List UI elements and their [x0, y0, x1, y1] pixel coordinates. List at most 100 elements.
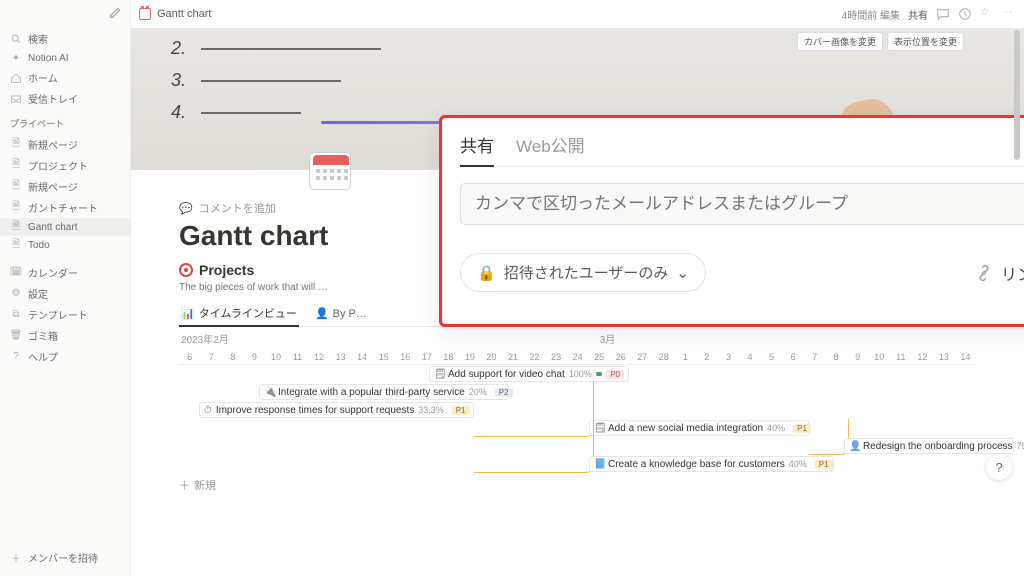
- projects-label: Projects: [199, 262, 254, 278]
- sidebar-help[interactable]: ?ヘルプ: [0, 346, 130, 367]
- reposition-button[interactable]: 表示位置を変更: [887, 32, 964, 51]
- chevron-down-icon: ⌄: [676, 264, 689, 282]
- sidebar-label: 受信トレイ: [28, 91, 78, 106]
- breadcrumb[interactable]: Gantt chart: [139, 8, 211, 20]
- more-icon[interactable]: ⋯: [1002, 7, 1016, 21]
- gantt-body[interactable]: 🗒Add support for video chat100%P0 🔌Integ…: [179, 365, 976, 497]
- task-title: Redesign the onboarding process: [863, 441, 1013, 452]
- page-icon: 🗎: [10, 221, 22, 233]
- page-icon: 🗎: [10, 139, 22, 151]
- day-cell: 14: [955, 350, 977, 364]
- task-pct: 40%: [789, 459, 807, 469]
- share-modal: 共有 Web公開 招待 🔒 招待されたユーザーのみ ⌄ リンクをコピー: [439, 115, 1024, 327]
- day-cell: 7: [201, 350, 223, 364]
- plus-icon: ＋: [179, 477, 190, 493]
- sidebar-search[interactable]: 検索: [0, 28, 130, 49]
- task-bar[interactable]: 📘Create a knowledge base for customers40…: [589, 456, 834, 472]
- task-bar[interactable]: ⏱Improve response times for support requ…: [199, 402, 474, 418]
- task-title: Integrate with a popular third-party ser…: [278, 387, 465, 398]
- clock-icon: ⏱: [204, 405, 212, 415]
- comment-icon: 💬: [179, 202, 193, 215]
- person-icon: 👤: [315, 307, 329, 320]
- day-cell: 27: [631, 350, 653, 364]
- invite-input[interactable]: [460, 183, 1024, 225]
- sidebar-trash[interactable]: 🗑ゴミ箱: [0, 325, 130, 346]
- page-title-breadcrumb: Gantt chart: [157, 8, 211, 20]
- sidebar-label: 設定: [28, 286, 48, 301]
- page-item[interactable]: 🗎新規ページ: [0, 134, 130, 155]
- priority-tag: P0: [606, 370, 624, 379]
- day-cell: 2: [696, 350, 718, 364]
- sidebar-templates[interactable]: ⧉ テンプレート: [0, 304, 130, 325]
- task-title: Add support for video chat: [448, 369, 565, 380]
- priority-tag: P1: [452, 406, 470, 415]
- day-cell: 8: [825, 350, 847, 364]
- projects-database-title[interactable]: Projects: [179, 262, 254, 278]
- star-icon[interactable]: ☆: [980, 7, 994, 21]
- task-bar[interactable]: 🗒Add support for video chat100%P0: [429, 366, 629, 382]
- day-cell: 3: [718, 350, 740, 364]
- share-tab-publish[interactable]: Web公開: [516, 132, 585, 166]
- task-bar[interactable]: 🗒Add a new social media integration40%P1: [589, 420, 809, 436]
- task-bar[interactable]: 👤Redesign the onboarding process75%: [844, 438, 1014, 454]
- day-cell: 4: [739, 350, 761, 364]
- day-cell: 1: [675, 350, 697, 364]
- day-cell: 17: [416, 350, 438, 364]
- change-cover-button[interactable]: カバー画像を変更: [797, 32, 883, 51]
- tab-timeline[interactable]: 📊 タイムラインビュー: [179, 301, 299, 327]
- page-label: Gantt chart: [28, 222, 77, 233]
- comment-icon[interactable]: [936, 7, 950, 21]
- day-cell: 20: [481, 350, 503, 364]
- page-emoji-icon[interactable]: [309, 146, 357, 194]
- sidebar-calendar[interactable]: 🗓カレンダー: [0, 262, 130, 283]
- share-tab-share[interactable]: 共有: [460, 132, 494, 167]
- scrollbar[interactable]: [1014, 30, 1022, 576]
- day-cell: 16: [394, 350, 416, 364]
- search-icon: [10, 33, 22, 45]
- doc-icon: 🗒: [594, 423, 604, 433]
- user-icon: 👤: [849, 441, 859, 451]
- sidebar: 検索 ✦Notion AI ホーム 受信トレイ プライベート 🗎新規ページ 🗎プ…: [0, 0, 131, 576]
- sidebar-home[interactable]: ホーム: [0, 67, 130, 88]
- day-header: 6789101112131415161718192021222324252627…: [179, 350, 976, 365]
- day-cell: 13: [330, 350, 352, 364]
- sidebar-ai[interactable]: ✦Notion AI: [0, 49, 130, 67]
- page-item-active[interactable]: 🗎 Gantt chart: [0, 218, 130, 236]
- permission-dropdown[interactable]: 🔒 招待されたユーザーのみ ⌄: [460, 253, 706, 292]
- page-icon: 🗎: [10, 181, 22, 193]
- day-cell: 10: [869, 350, 891, 364]
- page-item[interactable]: 🗎 ガントチャート: [0, 197, 130, 218]
- day-cell: 6: [782, 350, 804, 364]
- main: Gantt chart 4時間前 編集 共有 ☆ ⋯ 2. 3. 4. カバー画…: [131, 0, 1024, 576]
- day-cell: 8: [222, 350, 244, 364]
- template-icon: ⧉: [10, 309, 22, 321]
- task-bar[interactable]: 🔌Integrate with a popular third-party se…: [259, 384, 509, 400]
- permission-label: 招待されたユーザーのみ: [504, 262, 669, 283]
- new-row[interactable]: ＋新規: [179, 473, 976, 497]
- home-icon: [10, 72, 22, 84]
- sparkle-icon: ✦: [10, 52, 22, 64]
- page-item[interactable]: 🗎プロジェクト: [0, 155, 130, 176]
- compose-icon[interactable]: [108, 6, 122, 20]
- day-cell: 21: [502, 350, 524, 364]
- link-icon: [975, 264, 993, 282]
- share-button-top[interactable]: 共有: [908, 7, 928, 22]
- page-icon: 🗎: [10, 202, 22, 214]
- tab-label: By P…: [333, 308, 367, 320]
- task-pct: 40%: [767, 423, 785, 433]
- page-item[interactable]: 🗎新規ページ: [0, 176, 130, 197]
- invite-members[interactable]: ＋メンバーを招待: [0, 547, 130, 568]
- day-cell: 15: [373, 350, 395, 364]
- sidebar-label: テンプレート: [28, 307, 88, 322]
- help-float-button[interactable]: ?: [986, 454, 1012, 480]
- page-label: ガントチャート: [28, 200, 98, 215]
- calendar-icon: [139, 8, 151, 20]
- sidebar-settings[interactable]: ⚙設定: [0, 283, 130, 304]
- tab-by-person[interactable]: 👤 By P…: [313, 303, 369, 324]
- day-cell: 28: [653, 350, 675, 364]
- clock-icon[interactable]: [958, 7, 972, 21]
- sidebar-inbox[interactable]: 受信トレイ: [0, 88, 130, 109]
- page-icon: 🗎: [10, 239, 22, 251]
- task-title: Create a knowledge base for customers: [608, 459, 785, 470]
- page-item[interactable]: 🗎Todo: [0, 236, 130, 254]
